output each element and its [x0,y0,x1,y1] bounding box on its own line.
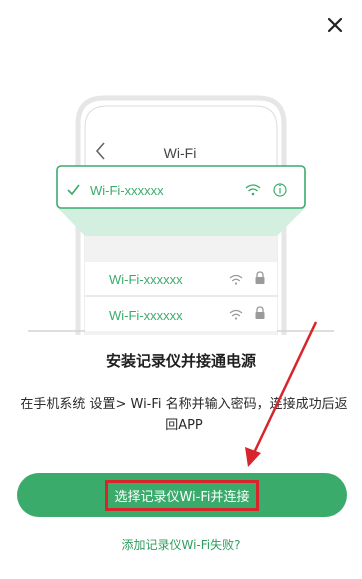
button-label: 选择记录仪Wi-Fi并连接 [105,479,259,511]
screen-title: Wi-Fi [164,145,197,161]
network-row-name: Wi-Fi-xxxxxx [109,308,183,323]
add-wifi-failed-link[interactable]: 添加记录仪Wi-Fi失败? [0,536,362,553]
phone-wifi-illustration: Wi-Fi Wi-Fi-xxxxxx Wi-Fi-xxxxxx Wi-Fi-xx… [28,95,334,335]
network-row-name: Wi-Fi-xxxxxx [109,272,183,287]
instruction-heading: 安装记录仪并接通电源 [105,352,256,370]
select-recorder-wifi-button[interactable]: 选择记录仪Wi-Fi并连接 [17,473,347,517]
selected-network-name: Wi-Fi-xxxxxx [90,183,164,198]
instruction-text: 在手机系统 设置> Wi-Fi 名称并输入密码，连接成功后返回APP [20,397,348,433]
